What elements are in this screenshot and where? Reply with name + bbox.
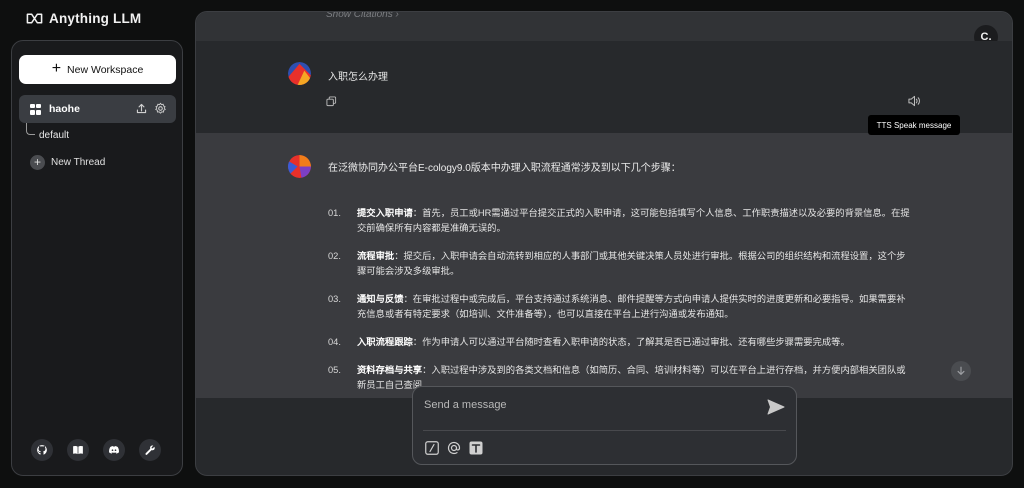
composer-divider [423,430,786,431]
docs-book-icon[interactable] [67,439,89,461]
arrow-down-icon [957,366,965,375]
send-icon[interactable] [767,399,785,415]
new-thread-label: New Thread [51,157,106,168]
plus-icon: + [30,155,45,170]
workspace-grid-icon [30,103,41,115]
new-workspace-label: New Workspace [67,63,144,76]
sidebar: + New Workspace haohe default + New Thre… [11,40,183,476]
list-item: 03. 通知与反馈：在审批过程中或完成后，平台支持通过系统消息、邮件提醒等方式向申… [328,294,906,319]
new-thread-button[interactable]: + New Thread [30,155,105,170]
github-icon[interactable] [31,439,53,461]
show-citations-link[interactable]: Show Citations › [326,11,399,20]
workspace-name: haohe [49,103,80,115]
thread-branch-line [26,123,35,135]
chevron-right-icon: › [395,11,399,20]
app-logo: Anything LLM [26,11,141,26]
app-title: Anything LLM [49,11,142,26]
tts-tooltip: TTS Speak message [868,115,960,135]
steps-list: 01. 提交入职申请：首先，员工或HR需通过平台提交正式的入职申请，这可能包括填写… [328,206,913,406]
list-item: 01. 提交入职申请：首先，员工或HR需通过平台提交正式的入职申请，这可能包括填写… [328,208,910,233]
speaker-icon[interactable] [908,95,921,107]
upload-icon[interactable] [135,102,148,115]
assistant-message-row: 在泛微协同办公平台E-cology9.0版本中办理入职流程通常涉及到以下几个步骤… [196,133,1012,398]
composer-toolbar [424,440,483,455]
slash-command-icon[interactable] [424,440,439,455]
new-workspace-button[interactable]: + New Workspace [19,55,176,84]
gear-icon[interactable] [154,102,167,115]
discord-icon[interactable] [103,439,125,461]
message-composer [412,386,797,465]
assistant-intro-text: 在泛微协同办公平台E-cology9.0版本中办理入职流程通常涉及到以下几个步骤… [328,163,681,174]
at-mention-icon[interactable] [446,440,461,455]
wrench-icon[interactable] [139,439,161,461]
workspace-item-haohe[interactable]: haohe [19,95,176,123]
scroll-to-bottom-button[interactable] [951,361,971,381]
previous-message-tail: Show Citations › [196,12,1012,41]
infinity-logo-icon [26,13,43,24]
list-item: 02. 流程审批：提交后，入职申请会自动流转到相应的人事部门或其他关键决策人员处进… [328,251,906,276]
user-message-text: 入职怎么办理 [328,72,388,83]
plus-icon: + [51,59,62,77]
text-size-icon[interactable] [468,440,483,455]
assistant-avatar [288,155,311,178]
user-avatar [288,62,311,85]
message-input[interactable] [424,395,744,415]
sidebar-footer [31,439,161,461]
copy-icon[interactable] [326,96,337,107]
list-item: 04. 入职流程跟踪：作为申请人可以通过平台随时查看入职申请的状态，了解其是否已通… [328,337,850,347]
thread-item-default[interactable]: default [39,130,69,141]
